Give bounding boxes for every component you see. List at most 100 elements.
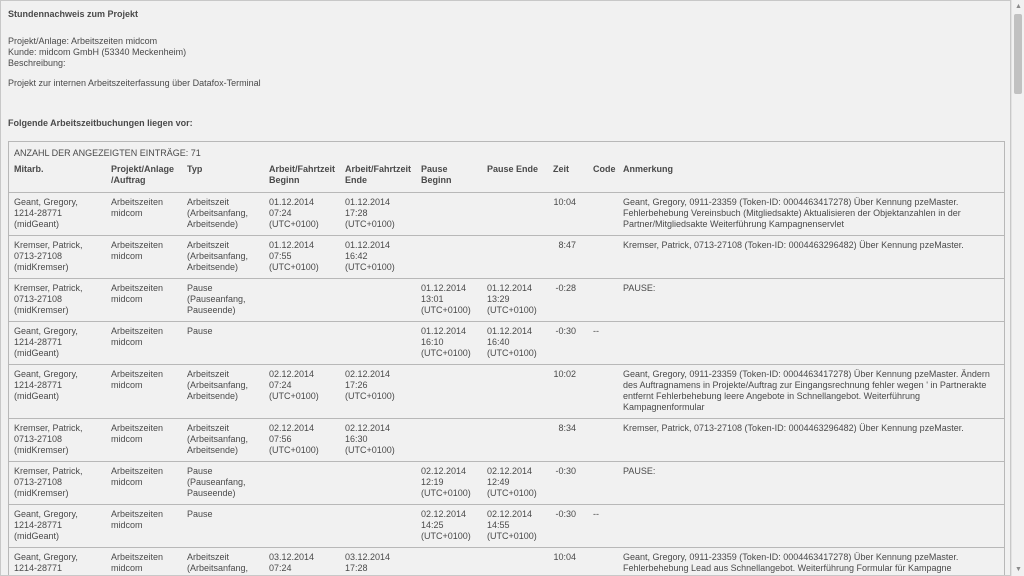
cell-line: entfernt Fehlerbehebung leere Angebote i…: [623, 391, 921, 401]
cell-line: (midKremser): [14, 445, 69, 455]
cell-line: Arbeitszeit: [187, 423, 230, 433]
cell-pause-ende: [482, 418, 548, 462]
col-header-mitarb: Mitarb.: [14, 164, 44, 174]
cell-typ: Pause: [182, 504, 264, 548]
cell-line: midcom: [111, 251, 143, 261]
cell-line: (UTC+0100): [269, 391, 319, 401]
cell-line: (Arbeitsanfang,: [187, 251, 249, 261]
cell-line: Arbeitsende): [187, 262, 239, 272]
cell-typ: Arbeitszeit (Arbeitsanfang, Arbeitsende): [182, 192, 264, 236]
cell-code: --: [588, 504, 618, 548]
cell-pause-beginn: 02.12.2014 14:25 (UTC+0100): [416, 504, 482, 548]
cell-arbeit-ende: [340, 461, 416, 505]
cell-mitarb: Kremser, Patrick, 0713-27108 (midKremser): [9, 235, 106, 279]
table-row: Geant, Gregory, 1214-28771 (midGeant) Arbei…: [9, 504, 1004, 548]
cell-line: (UTC+0100): [487, 348, 537, 358]
cell-line: (Arbeitsanfang,: [187, 563, 249, 573]
cell-pause-ende: [482, 192, 548, 236]
cell-line: Fehlerbehebung Vereinsbuch (Mitgliedsakt…: [623, 208, 961, 218]
cell-line: 13:01: [421, 294, 444, 304]
cell-line: (midGeant): [14, 348, 60, 358]
cell-line: 01.12.2014: [345, 197, 391, 207]
vertical-scrollbar[interactable]: ▲ ▼: [1011, 0, 1024, 576]
cell-line: (UTC+0100): [345, 391, 395, 401]
cell-line: (UTC+0100): [421, 305, 471, 315]
cell-projekt: Arbeitszeiten midcom: [106, 364, 182, 419]
cell-projekt: Arbeitszeiten midcom: [106, 278, 182, 322]
col-header-projekt: Projekt/Anlage /Auftrag: [111, 164, 175, 185]
cell-line: 01.12.2014: [345, 240, 391, 250]
cell-line: 16:40: [487, 337, 510, 347]
cell-line: (UTC+0100): [269, 219, 319, 229]
cell-line: Kremser, Patrick,: [14, 240, 83, 250]
scrollbar-thumb[interactable]: [1014, 14, 1022, 94]
cell-line: 1214-28771: [14, 563, 63, 573]
bookings-list: ANZAHL DER ANGEZEIGTEN EINTRÄGE: 71 Mita…: [8, 141, 1005, 575]
cell-projekt: Arbeitszeiten midcom: [106, 418, 182, 462]
cell-line: PAUSE:: [623, 466, 656, 476]
cell-line: (UTC+0100): [345, 445, 395, 455]
cell-line: Pause: [187, 326, 213, 336]
scroll-down-arrow-icon[interactable]: ▼: [1014, 565, 1023, 574]
cell-line: (midGeant): [14, 219, 60, 229]
cell-line: PAUSE:: [623, 283, 656, 293]
cell-typ: Arbeitszeit (Arbeitsanfang,: [182, 547, 264, 575]
cell-projekt: Arbeitszeiten midcom: [106, 547, 182, 575]
project-line: Projekt/Anlage: Arbeitszeiten midcom: [8, 36, 158, 46]
cell-line: Arbeitsende): [187, 445, 239, 455]
cell-pause-beginn: [416, 235, 482, 279]
cell-line: midcom: [111, 563, 143, 573]
description-label: Beschreibung:: [8, 58, 66, 68]
cell-line: 01.12.2014: [421, 326, 467, 336]
table-row: Kremser, Patrick, 0713-27108 (midKremser) A…: [9, 461, 1004, 505]
cell-anmerkung: Geant, Gregory, 0911-23359 (Token-ID: 00…: [618, 192, 1004, 236]
cell-line: 01.12.2014: [487, 326, 533, 336]
cell-pause-beginn: 02.12.2014 12:19 (UTC+0100): [416, 461, 482, 505]
col-header-typ: Typ: [187, 164, 203, 174]
cell-line: (UTC+0100): [487, 531, 537, 541]
cell-line: 02.12.2014: [269, 423, 315, 433]
cell-line: Kremser, Patrick, 0713-27108 (Token-ID: …: [623, 240, 964, 250]
cell-mitarb: Kremser, Patrick, 0713-27108 (midKremser): [9, 278, 106, 322]
cell-mitarb: Kremser, Patrick, 0713-27108 (midKremser): [9, 418, 106, 462]
cell-mitarb: Geant, Gregory, 1214-28771 (midGeant): [9, 321, 106, 365]
cell-code: [588, 418, 618, 462]
cell-pause-beginn: 01.12.2014 13:01 (UTC+0100): [416, 278, 482, 322]
cell-line: (UTC+0100): [269, 445, 319, 455]
cell-zeit: 8:34: [548, 418, 588, 462]
cell-line: Arbeitszeiten: [111, 240, 164, 250]
customer-line: Kunde: midcom GmbH (53340 Meckenheim): [8, 47, 187, 57]
cell-line: (UTC+0100): [421, 348, 471, 358]
cell-line: 16:10: [421, 337, 444, 347]
cell-line: 12:49: [487, 477, 510, 487]
cell-line: Pauseende): [187, 305, 236, 315]
cell-anmerkung: [618, 321, 1004, 365]
cell-line: (UTC+0100): [487, 305, 537, 315]
cell-zeit: 10:04: [548, 547, 588, 575]
cell-line: 1214-28771: [14, 520, 63, 530]
cell-anmerkung: [618, 504, 1004, 548]
table-row: Geant, Gregory, 1214-28771 (midGeant) Arbei…: [9, 192, 1004, 236]
cell-line: 02.12.2014: [269, 369, 315, 379]
cell-line: Arbeitszeit: [187, 197, 230, 207]
cell-line: Arbeitszeit: [187, 369, 230, 379]
scroll-up-arrow-icon[interactable]: ▲: [1014, 2, 1023, 11]
cell-line: (midKremser): [14, 305, 69, 315]
cell-line: (Pauseanfang,: [187, 477, 246, 487]
cell-line: 1214-28771: [14, 380, 63, 390]
cell-line: Geant, Gregory,: [14, 509, 78, 519]
cell-anmerkung: PAUSE:: [618, 278, 1004, 322]
cell-line: Geant, Gregory,: [14, 552, 78, 562]
cell-pause-ende: [482, 547, 548, 575]
report-page: Stundennachweis zum Projekt Projekt/Anla…: [0, 0, 1011, 576]
cell-line: Pause: [187, 509, 213, 519]
cell-typ: Arbeitszeit (Arbeitsanfang, Arbeitsende): [182, 418, 264, 462]
cell-line: 01.12.2014: [421, 283, 467, 293]
cell-arbeit-beginn: 02.12.2014 07:56 (UTC+0100): [264, 418, 340, 462]
cell-line: 1214-28771: [14, 337, 63, 347]
cell-line: midcom: [111, 380, 143, 390]
cell-line: 0713-27108: [14, 477, 63, 487]
cell-zeit: 8:47: [548, 235, 588, 279]
cell-arbeit-ende: 02.12.2014 16:30 (UTC+0100): [340, 418, 416, 462]
cell-arbeit-beginn: [264, 461, 340, 505]
